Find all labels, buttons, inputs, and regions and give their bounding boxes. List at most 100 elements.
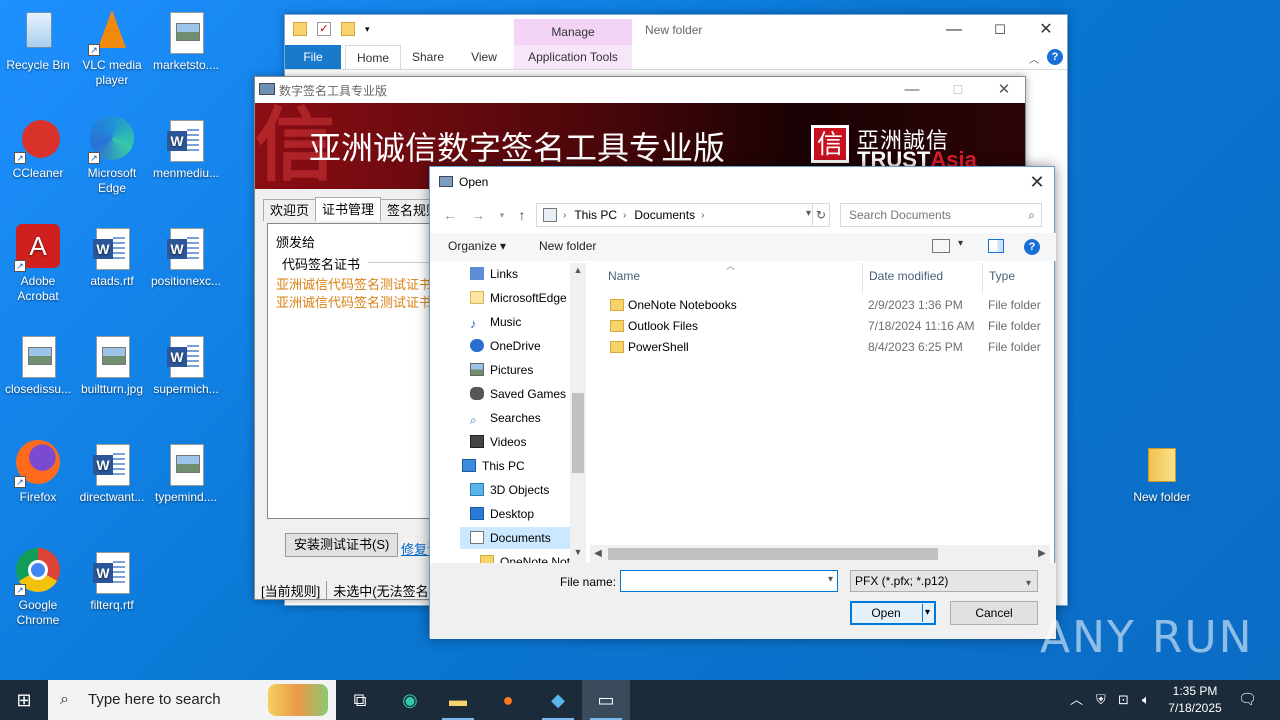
column-header-name[interactable]: Name — [608, 269, 640, 283]
supermich-desktop-icon[interactable]: supermich... — [148, 332, 224, 397]
tab-home[interactable]: Home — [345, 45, 401, 69]
view-options-dropdown-icon[interactable]: ▾ — [958, 238, 963, 249]
adobe-acrobat-desktop-icon[interactable]: A ↗ Adobe Acrobat — [0, 224, 76, 304]
security-shield-icon[interactable]: ⛨ — [1096, 680, 1106, 720]
nav-item-documents[interactable]: Documents — [460, 527, 570, 549]
nav-item-music[interactable]: ♪ Music — [470, 311, 521, 333]
cancel-button[interactable]: Cancel — [950, 601, 1038, 625]
address-bar[interactable]: › This PC › Documents › ▾ ↻ — [536, 203, 830, 227]
scrollbar-thumb[interactable] — [572, 393, 584, 473]
scroll-left-icon[interactable]: ◀ — [590, 545, 606, 563]
tab-view[interactable]: View — [463, 45, 505, 69]
help-icon[interactable]: ? — [1047, 49, 1063, 65]
show-hidden-icons-icon[interactable]: ︿ — [1070, 680, 1083, 720]
back-arrow-icon[interactable]: ← — [440, 205, 460, 225]
nav-item-pictures[interactable]: Pictures — [470, 359, 533, 381]
minimize-icon[interactable]: — — [889, 77, 935, 103]
up-arrow-icon[interactable]: ↑ — [512, 205, 532, 225]
builtturn-desktop-icon[interactable]: builtturn.jpg — [74, 332, 150, 397]
preview-pane-icon[interactable] — [988, 239, 1004, 253]
tab-welcome[interactable]: 欢迎页 — [263, 199, 317, 221]
nav-item-this-pc[interactable]: This PC — [462, 455, 525, 477]
new-folder-button[interactable]: New folder — [539, 239, 596, 253]
atads-desktop-icon[interactable]: atads.rtf — [74, 224, 150, 289]
navigation-pane-scrollbar[interactable]: ▲ ▼ — [570, 263, 586, 563]
file-row[interactable]: PowerShell 8/4/2023 6:25 PM File folder — [606, 337, 1050, 358]
recent-locations-icon[interactable]: ▾ — [492, 205, 512, 225]
file-type-select[interactable]: PFX (*.pfx; *.p12) ▾ — [850, 570, 1038, 592]
column-divider[interactable] — [982, 263, 983, 293]
nav-item-3d-objects[interactable]: 3D Objects — [470, 479, 549, 501]
windows-start-icon[interactable]: ⊞ — [0, 680, 48, 720]
firefox-icon[interactable]: ● — [484, 680, 532, 720]
open-options-dropdown-icon[interactable]: ▾ — [925, 603, 930, 623]
nav-item-searches[interactable]: ⌕ Searches — [470, 407, 541, 429]
close-icon[interactable]: ✕ — [1023, 15, 1069, 45]
nav-item-microsoftedge[interactable]: MicrosoftEdge — [470, 287, 567, 309]
google-chrome-desktop-icon[interactable]: ↗ Google Chrome — [0, 548, 76, 628]
open-button[interactable]: Open ▾ — [850, 601, 936, 625]
task-view-icon[interactable]: ⧉ — [336, 680, 384, 720]
forward-arrow-icon[interactable]: → — [468, 205, 488, 225]
firefox-desktop-icon[interactable]: ↗ Firefox — [0, 440, 76, 505]
breadcrumb-chevron-icon[interactable]: › — [563, 210, 566, 221]
nav-item-onedrive[interactable]: OneDrive — [470, 335, 541, 357]
breadcrumb-chevron-icon[interactable]: › — [701, 210, 704, 221]
new-folder-desktop-icon[interactable]: New folder — [1124, 440, 1200, 505]
change-view-icon[interactable] — [932, 239, 950, 253]
tab-share[interactable]: Share — [407, 45, 449, 69]
help-icon[interactable]: ? — [1024, 239, 1040, 255]
close-icon[interactable]: ✕ — [981, 77, 1027, 103]
edge-icon[interactable]: ◉ — [386, 680, 434, 720]
tab-application-tools[interactable]: Application Tools — [514, 45, 632, 69]
column-header-type[interactable]: Type — [989, 269, 1015, 283]
volume-icon[interactable]: 🔈︎ — [1142, 680, 1150, 720]
closedissu-desktop-icon[interactable]: closedissu... — [0, 332, 76, 397]
typemind-desktop-icon[interactable]: typemind.... — [148, 440, 224, 505]
notifications-icon[interactable]: 🗨︎ — [1238, 680, 1257, 720]
refresh-icon[interactable]: ↻ — [812, 203, 830, 227]
address-dropdown-icon[interactable]: ▾ — [806, 208, 811, 219]
file-name-dropdown-icon[interactable]: ▾ — [828, 574, 833, 585]
certificate-entry[interactable]: 亚洲诚信代码签名测试证书 — [276, 274, 432, 293]
organize-button[interactable]: Organize ▾ — [448, 239, 506, 253]
nav-item-links[interactable]: Links — [470, 263, 518, 285]
certificate-entry[interactable]: 亚洲诚信代码签名测试证书 — [276, 292, 432, 311]
open-dialog-taskbar-icon[interactable]: ▭ — [582, 680, 630, 720]
nav-item-videos[interactable]: Videos — [470, 431, 526, 453]
scroll-up-icon[interactable]: ▲ — [570, 265, 586, 275]
close-icon[interactable]: ✕ — [1020, 167, 1054, 197]
file-row[interactable]: OneNote Notebooks 2/9/2023 1:36 PM File … — [606, 295, 1050, 316]
install-test-certificate-button[interactable]: 安装测试证书(S) — [285, 533, 399, 557]
file-name-input[interactable]: ▾ — [620, 570, 838, 592]
vlc-desktop-icon[interactable]: ↗ VLC media player — [74, 8, 150, 88]
network-icon[interactable]: ⊡ — [1118, 680, 1129, 720]
scroll-down-icon[interactable]: ▼ — [570, 547, 586, 557]
breadcrumb-this-pc[interactable]: This PC — [574, 208, 617, 222]
taskbar-clock[interactable]: 1:35 PM 7/18/2025 — [1152, 683, 1238, 717]
ccleaner-desktop-icon[interactable]: ↗ CCleaner — [0, 116, 76, 181]
open-file-dialog[interactable]: Open ✕ ← → ▾ ↑ › This PC › Documents › ▾… — [429, 166, 1056, 639]
collapse-ribbon-icon[interactable]: ︿ — [1029, 51, 1039, 66]
customize-quick-access-icon[interactable]: ▾ — [365, 22, 379, 36]
recycle-bin-desktop-icon[interactable]: Recycle Bin — [0, 8, 76, 73]
properties-icon[interactable]: ✓ — [317, 22, 331, 36]
breadcrumb-documents[interactable]: Documents — [634, 208, 695, 222]
scrollbar-thumb[interactable] — [608, 548, 938, 560]
scroll-right-icon[interactable]: ▶ — [1034, 545, 1050, 563]
column-header-date-modified[interactable]: Date modified — [869, 269, 943, 283]
folder-icon[interactable] — [293, 22, 307, 36]
nav-item-desktop[interactable]: Desktop — [470, 503, 534, 525]
tab-certificate-management[interactable]: 证书管理 — [315, 197, 382, 221]
directwant-desktop-icon[interactable]: directwant... — [74, 440, 150, 505]
new-folder-icon[interactable] — [341, 22, 355, 36]
signing-tool-taskbar-icon[interactable]: ◆ — [534, 680, 582, 720]
taskbar-search-box[interactable]: ⌕ Type here to search — [48, 680, 336, 720]
filterq-desktop-icon[interactable]: filterq.rtf — [74, 548, 150, 613]
column-divider[interactable] — [862, 263, 863, 293]
tab-manage[interactable]: Manage — [514, 19, 632, 45]
marketsto-desktop-icon[interactable]: marketsto.... — [148, 8, 224, 73]
file-row[interactable]: Outlook Files 7/18/2024 11:16 AM File fo… — [606, 316, 1050, 337]
edge-desktop-icon[interactable]: ↗ Microsoft Edge — [74, 116, 150, 196]
maximize-icon[interactable]: ☐ — [977, 15, 1023, 45]
